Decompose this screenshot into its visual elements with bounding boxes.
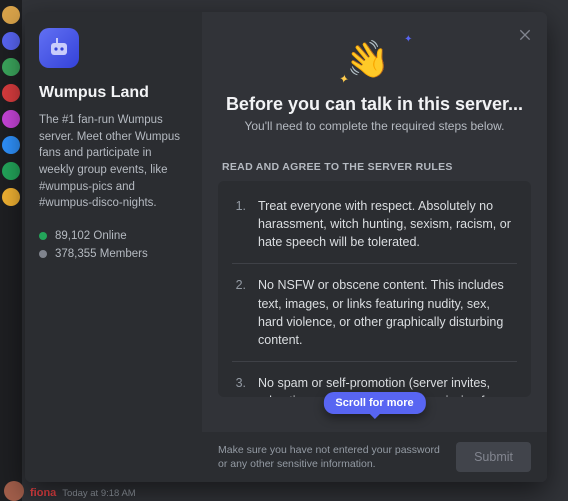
- chat-username: fiona: [30, 487, 56, 499]
- online-dot-icon: [39, 232, 47, 240]
- server-info-panel: Wumpus Land The #1 fan-run Wumpus server…: [25, 12, 202, 482]
- server-avatar[interactable]: [2, 32, 20, 50]
- online-count-label: 89,102 Online: [55, 230, 127, 242]
- member-count-label: 378,355 Members: [55, 248, 148, 260]
- modal-footer: Make sure you have not entered your pass…: [202, 432, 547, 482]
- hero-section: ✦ ✦ 👋 Before you can talk in this server…: [202, 12, 547, 143]
- server-icon: [39, 28, 79, 68]
- server-avatar[interactable]: [2, 110, 20, 128]
- scroll-hint-pill[interactable]: Scroll for more: [323, 392, 425, 414]
- submit-button[interactable]: Submit: [456, 442, 531, 472]
- rule-item: 2.No NSFW or obscene content. This inclu…: [232, 264, 517, 362]
- rules-section-label: Read and agree to the server rules: [202, 143, 547, 181]
- hero-title: Before you can talk in this server...: [226, 94, 523, 115]
- online-count: 89,102 Online: [39, 230, 188, 242]
- server-avatar[interactable]: [2, 188, 20, 206]
- server-avatar[interactable]: [2, 136, 20, 154]
- robot-icon: [47, 36, 71, 60]
- rule-number: 1.: [232, 197, 246, 251]
- rules-list[interactable]: 1.Treat everyone with respect. Absolutel…: [218, 181, 531, 397]
- chat-timestamp: Today at 9:18 AM: [62, 488, 135, 499]
- close-button[interactable]: [513, 22, 537, 46]
- server-avatar[interactable]: [2, 58, 20, 76]
- member-count: 378,355 Members: [39, 248, 188, 260]
- server-name: Wumpus Land: [39, 84, 188, 102]
- rule-number: 3.: [232, 374, 246, 397]
- rule-item: 1.Treat everyone with respect. Absolutel…: [232, 185, 517, 264]
- rules-panel: ✦ ✦ 👋 Before you can talk in this server…: [202, 12, 547, 482]
- server-list-strip: [0, 0, 22, 501]
- rule-text: Treat everyone with respect. Absolutely …: [258, 197, 517, 251]
- sparkle-icon: ✦: [404, 34, 412, 45]
- server-avatar[interactable]: [2, 6, 20, 24]
- waving-hand-icon: ✦ ✦ 👋: [345, 38, 405, 88]
- hero-subtitle: You'll need to complete the required ste…: [244, 119, 504, 133]
- close-icon: [517, 26, 533, 42]
- footer-warning: Make sure you have not entered your pass…: [218, 443, 444, 471]
- members-dot-icon: [39, 250, 47, 258]
- rules-modal: Wumpus Land The #1 fan-run Wumpus server…: [25, 12, 547, 482]
- avatar: [4, 481, 24, 501]
- rule-text: No NSFW or obscene content. This include…: [258, 276, 517, 349]
- rule-number: 2.: [232, 276, 246, 349]
- server-avatar[interactable]: [2, 84, 20, 102]
- server-avatar[interactable]: [2, 162, 20, 180]
- server-description: The #1 fan-run Wumpus server. Meet other…: [39, 112, 188, 212]
- chat-message-header: fiona Today at 9:18 AM: [30, 487, 136, 499]
